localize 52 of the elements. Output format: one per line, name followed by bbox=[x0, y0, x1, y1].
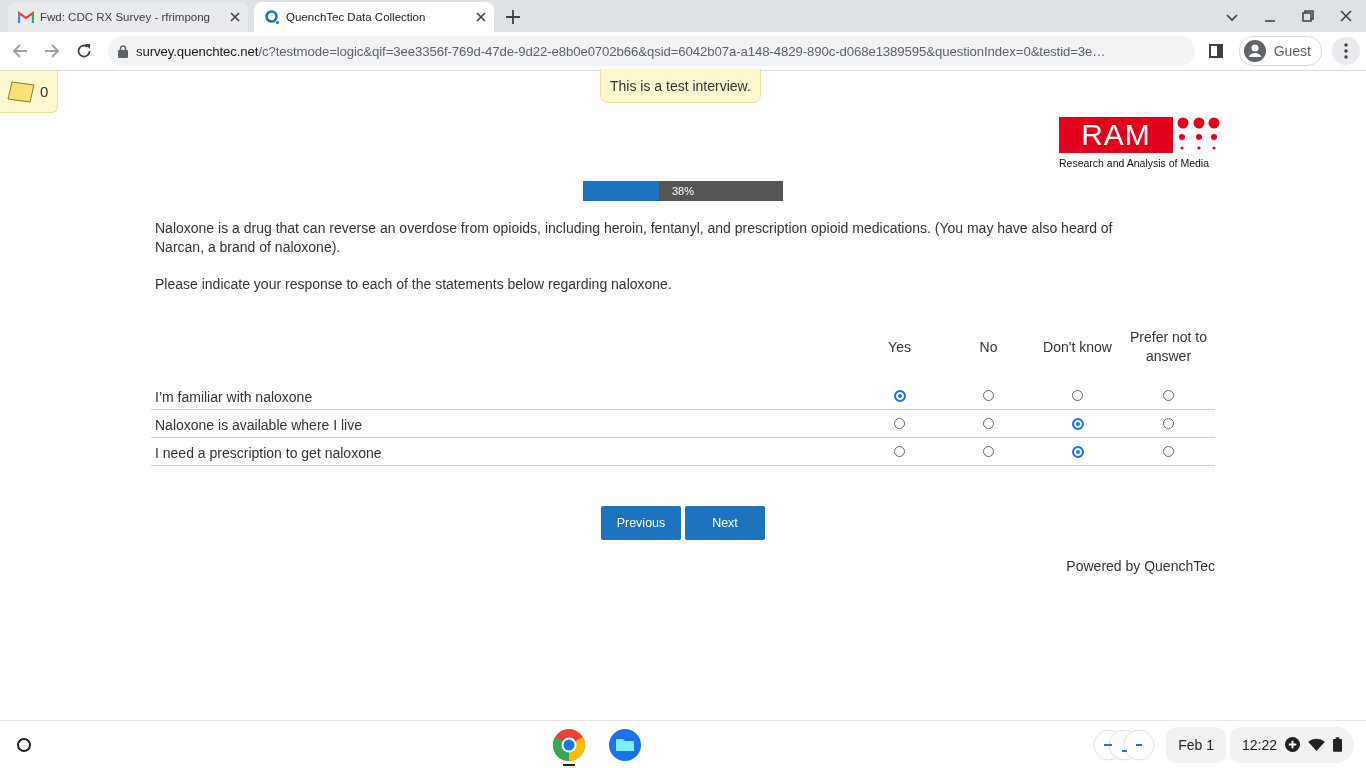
question-text: Please indicate your response to each of the statements below regarding naloxone. bbox=[155, 275, 673, 294]
notes-button[interactable]: 0 bbox=[0, 71, 58, 113]
tab-title: Fwd: CDC RX Survey - rfrimpong bbox=[40, 11, 211, 23]
test-notice: This is a test interview. bbox=[600, 69, 761, 103]
clock-text: 12:22 bbox=[1241, 736, 1277, 753]
sticky-note-icon bbox=[6, 79, 36, 104]
lock-icon bbox=[118, 44, 128, 58]
q-logo-icon bbox=[264, 9, 280, 25]
progress-label: 38% bbox=[672, 185, 694, 197]
mail-icon bbox=[18, 11, 34, 23]
battery-icon bbox=[1333, 737, 1342, 752]
profile-button[interactable]: Guest bbox=[1238, 36, 1322, 66]
radio-button[interactable] bbox=[893, 389, 906, 402]
plus-circle-icon bbox=[1285, 737, 1300, 752]
new-tab-icon[interactable] bbox=[506, 10, 520, 24]
chevron-down-icon[interactable] bbox=[1226, 14, 1238, 22]
screenshot-thumbnails-icon[interactable] bbox=[1092, 727, 1157, 762]
close-icon[interactable] bbox=[476, 12, 486, 22]
statement-label: I need a prescription to get naloxone bbox=[155, 445, 382, 461]
nav-button[interactable]: Previous bbox=[601, 506, 681, 540]
column-header: Don't know bbox=[1043, 338, 1112, 355]
url-text: survey.quenchtec.net/c?testmode=logic&qif=3ee3356f-769d-47de-9d22-e8b0e0702b66&qsid=6042b07a-a148-4829-890c-d068e1389595&questionIndex=0&testid=3e… bbox=[136, 43, 1106, 59]
close-icon[interactable] bbox=[230, 12, 240, 22]
question-text: Naloxone is a drug that can reverse an overdose from opioids, including heroin, fentanyl, and prescription opioid medications. (You may have also heard of Narcan, a brand of naloxone). bbox=[155, 219, 1114, 257]
nav-button[interactable]: Next bbox=[685, 506, 765, 540]
statement-label: Naloxone is available where I live bbox=[155, 417, 362, 433]
radio-button[interactable] bbox=[1071, 445, 1084, 458]
avatar-icon bbox=[1243, 40, 1266, 62]
ram-logo: RAM Research and Analysis of Media bbox=[1059, 117, 1221, 169]
launcher-icon[interactable] bbox=[16, 736, 32, 753]
statement-label: I’m familiar with naloxone bbox=[155, 389, 313, 405]
folder-icon[interactable] bbox=[608, 727, 643, 762]
close-icon[interactable] bbox=[1340, 10, 1352, 22]
browser-tab[interactable]: QuenchTec Data Collection bbox=[254, 2, 494, 32]
reload-icon[interactable] bbox=[76, 43, 92, 59]
footer-text: Powered by QuenchTec bbox=[1066, 558, 1215, 574]
column-header: Prefer not to answer bbox=[1129, 329, 1207, 364]
tab-title: QuenchTec Data Collection bbox=[286, 11, 427, 23]
browser-tab[interactable]: Fwd: CDC RX Survey - rfrimpong bbox=[8, 2, 248, 32]
address-bar[interactable]: survey.quenchtec.net/c?testmode=logic&qif=3ee3356f-769d-47de-9d22-e8b0e0702b66&qsid=6042b07a-a148-4829-890c-d068e1389595&questionIndex=0&testid=3e… bbox=[108, 36, 1195, 66]
system-tray[interactable]: 12:22 bbox=[1229, 726, 1354, 763]
back-arrow-icon[interactable] bbox=[12, 43, 28, 59]
restore-icon[interactable] bbox=[1302, 10, 1314, 22]
chrome-icon[interactable] bbox=[552, 727, 587, 766]
forward-arrow-icon[interactable] bbox=[44, 43, 60, 59]
radio-button[interactable] bbox=[1071, 417, 1084, 430]
column-header: Yes bbox=[888, 338, 911, 355]
column-header: No bbox=[979, 338, 998, 355]
wifi-icon bbox=[1308, 738, 1325, 751]
menu-icon[interactable] bbox=[1332, 37, 1360, 65]
side-panel-icon[interactable] bbox=[1208, 44, 1223, 58]
date-pill[interactable]: Feb 1 bbox=[1166, 726, 1226, 763]
